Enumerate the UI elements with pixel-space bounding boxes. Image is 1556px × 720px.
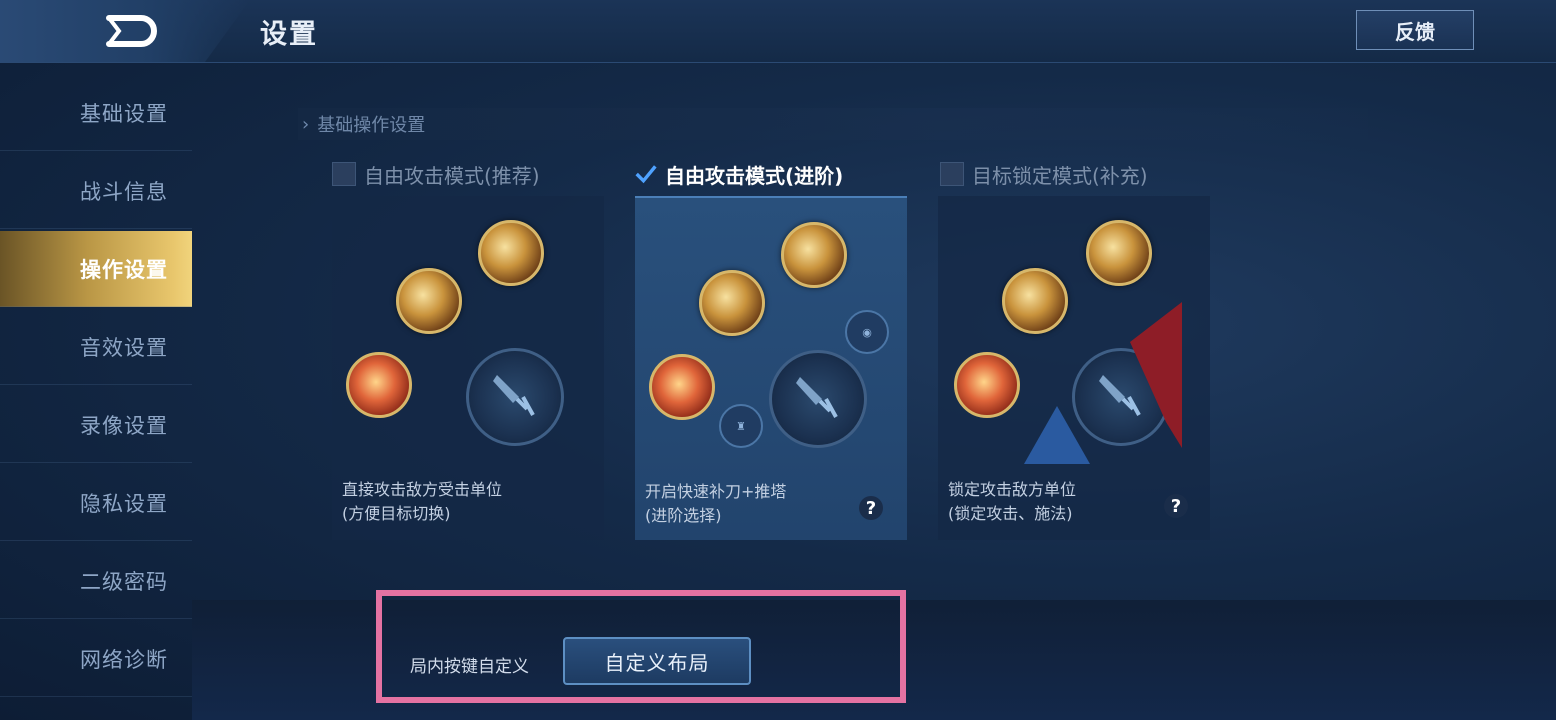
attack-sword-icon [493, 375, 535, 416]
help-icon[interactable]: ? [859, 496, 883, 520]
sidebar-item-privacy-settings[interactable]: 隐私设置 [0, 465, 192, 541]
mode-option-target-lock[interactable]: 目标锁定模式(补充) [940, 158, 1148, 190]
page-title: 设置 [260, 19, 318, 50]
mode-card-free-advanced[interactable]: ◉ ♜ 开启快速补刀+推塔 (进阶选择) ? [635, 196, 907, 540]
sidebar-item-control-settings[interactable]: 操作设置 [0, 231, 192, 307]
mode-card-free-recommended[interactable]: 直接攻击敌方受击单位 (方便目标切换) [332, 196, 604, 540]
description-line: (锁定攻击、施法) [948, 504, 1073, 523]
checkbox[interactable] [332, 162, 356, 186]
sidebar-item-secondary-password[interactable]: 二级密码 [0, 543, 192, 619]
mode-card-target-lock[interactable]: 锁定攻击敌方单位 (锁定攻击、施法) ? [938, 196, 1210, 540]
section-title: 基础操作设置 [317, 115, 426, 136]
mode-option-free-advanced[interactable]: 自由攻击模式(进阶) [635, 158, 843, 190]
mode-label: 目标锁定模式(补充) [972, 163, 1148, 188]
back-icon [106, 15, 157, 47]
hero-lock-tab-icon [1130, 302, 1182, 448]
description-line: 锁定攻击敌方单位 [948, 480, 1077, 499]
sidebar: 基础设置 战斗信息 操作设置 音效设置 录像设置 隐私设置 二级密码 网络诊断 [0, 75, 192, 720]
top-bar: 设置 反馈 [0, 0, 1556, 63]
help-icon[interactable]: ? [1164, 494, 1188, 518]
sidebar-item-basic-settings[interactable]: 基础设置 [0, 75, 192, 151]
skill-icon [649, 354, 715, 420]
description-line: (方便目标切换) [342, 504, 451, 523]
description-line: (进阶选择) [645, 506, 722, 525]
feedback-button[interactable]: 反馈 [1356, 10, 1474, 50]
skill-icon [1086, 220, 1152, 286]
chevron-right-icon: › [302, 113, 310, 135]
sidebar-item-sound-settings[interactable]: 音效设置 [0, 309, 192, 385]
checkbox-checked[interactable] [635, 163, 657, 185]
attack-button [466, 348, 564, 446]
skill-icon [1002, 268, 1068, 334]
attack-button [769, 350, 867, 448]
skill-icon [781, 222, 847, 288]
description-line: 开启快速补刀+推塔 [645, 482, 787, 501]
description-line: 直接攻击敌方受击单位 [342, 480, 503, 499]
back-button[interactable] [98, 8, 168, 54]
skill-icon [699, 270, 765, 336]
skill-icon [396, 268, 462, 334]
sidebar-item-replay-settings[interactable]: 录像设置 [0, 387, 192, 463]
last-hit-icon: ♜ [719, 404, 763, 448]
attack-sword-icon [796, 377, 838, 418]
sidebar-item-network-diagnosis[interactable]: 网络诊断 [0, 621, 192, 697]
mode-description: 锁定攻击敌方单位 (锁定攻击、施法) [948, 478, 1076, 526]
mode-label: 自由攻击模式(进阶) [665, 163, 844, 188]
mode-option-free-recommended[interactable]: 自由攻击模式(推荐) [332, 158, 540, 190]
section-header: › 基础操作设置 [298, 108, 1368, 140]
skill-icon [346, 352, 412, 418]
highlight-box [376, 590, 906, 703]
minion-lock-tab-icon [1024, 406, 1090, 464]
skill-icon [954, 352, 1020, 418]
sidebar-item-battle-info[interactable]: 战斗信息 [0, 153, 192, 229]
tower-push-icon: ◉ [845, 310, 889, 354]
mode-label: 自由攻击模式(推荐) [364, 163, 540, 188]
mode-description: 开启快速补刀+推塔 (进阶选择) [645, 480, 786, 528]
checkbox[interactable] [940, 162, 964, 186]
checkmark-icon [635, 165, 657, 184]
mode-description: 直接攻击敌方受击单位 (方便目标切换) [342, 478, 502, 526]
skill-icon [478, 220, 544, 286]
